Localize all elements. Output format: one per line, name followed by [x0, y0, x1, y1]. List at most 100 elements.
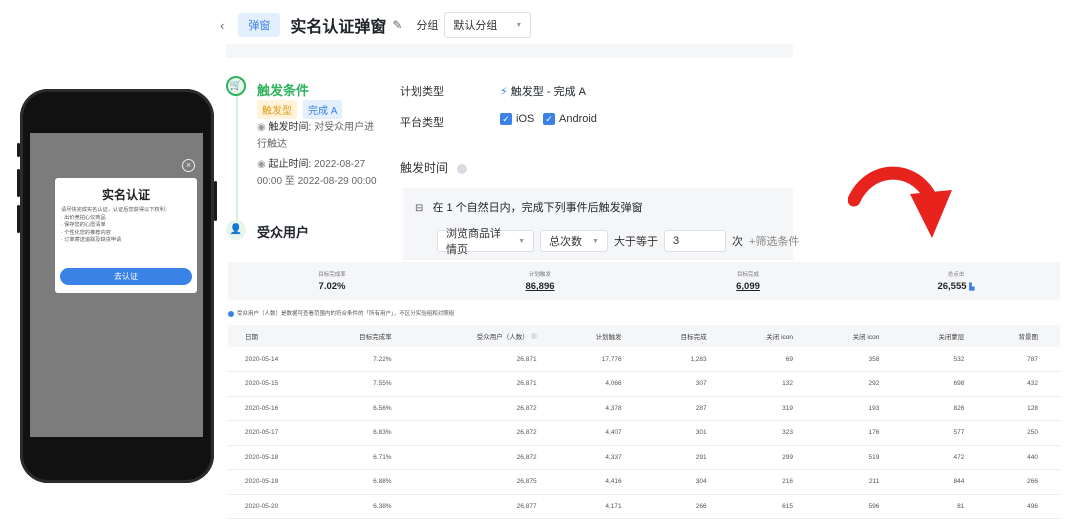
metric-select-value: 总次数	[549, 236, 582, 248]
list-item: · 订单寄送追踪及缺货申请	[61, 237, 122, 244]
edit-icon[interactable]: ✎	[392, 18, 402, 32]
stat-completed: 目标完成 6,099	[644, 262, 852, 300]
help-icon[interactable]	[530, 333, 537, 339]
checkbox-checked-icon[interactable]: ✓	[543, 113, 555, 126]
table-cell: 787	[986, 347, 1060, 372]
clock-icon: ◉	[257, 122, 266, 133]
group-label: 分组	[416, 20, 439, 32]
stat-label: 总点击	[947, 272, 965, 278]
count-input[interactable]: 3	[664, 230, 726, 252]
table-cell: 26,872	[413, 396, 559, 421]
stats-bar: 目标完成率 7.02% 计划触发 86,896 目标完成 6,099 总点击 2…	[228, 262, 1060, 300]
event-select[interactable]: 浏览商品详情页 ▼	[437, 228, 534, 256]
table-cell: 577	[901, 420, 987, 446]
verify-button[interactable]: 去认证	[60, 268, 192, 285]
table-cell: 266	[986, 469, 1060, 495]
col-date: 日期	[228, 325, 318, 347]
table-cell: 211	[815, 469, 902, 495]
table-cell: 2020-05-20	[228, 494, 318, 519]
plan-type-value-row: ⚡ 触发型 - 完成 A	[500, 83, 586, 99]
checkbox-checked-icon[interactable]: ✓	[500, 113, 512, 126]
stat-clicks: 总点击 26,555 ▙	[852, 262, 1060, 300]
list-item: · 保存您的心愿清单	[61, 222, 106, 229]
stat-value-link[interactable]: 6,099	[644, 281, 852, 292]
platform-ios-label: iOS	[516, 113, 535, 125]
table-cell: 6.56%	[317, 396, 414, 421]
timeline-line	[236, 92, 238, 222]
table-cell: 2020-05-16	[228, 396, 318, 421]
user-icon: 👤	[226, 220, 246, 240]
table-cell: 4,378	[558, 396, 644, 421]
clock-icon: ◉	[257, 159, 266, 170]
table-cell: 6.88%	[317, 469, 414, 495]
group-select-value: 默认分组	[453, 20, 498, 32]
config-top-strip	[226, 44, 793, 58]
list-item: · 出价竞拍心仪商品	[61, 214, 106, 221]
table-cell: 69	[728, 347, 815, 372]
stat-label: 目标完成	[736, 272, 759, 278]
table-cell: 4,416	[558, 469, 644, 495]
operator-text: 大于等于	[614, 236, 658, 248]
table-cell: 844	[901, 469, 987, 495]
stat-label: 目标完成率	[318, 272, 346, 278]
collapse-icon[interactable]: ⊟	[415, 203, 423, 214]
count-input-value: 3	[673, 235, 680, 247]
table-row: 2020-05-19 6.88% 26,875 4,416 304 216 211 844 26…	[228, 469, 1060, 495]
add-filter-label: 筛选条件	[755, 236, 800, 248]
curved-arrow-icon	[848, 166, 952, 238]
phone-button	[17, 169, 20, 197]
table-cell: 432	[986, 371, 1060, 397]
stat-completion-rate: 目标完成率 7.02%	[228, 262, 436, 300]
count-unit: 次	[732, 236, 743, 248]
platform-android[interactable]: ✓ Android	[543, 113, 597, 126]
tag-event: 完成 A	[303, 100, 343, 119]
table-cell: 496	[986, 494, 1060, 519]
table-cell: 4,171	[558, 494, 644, 519]
table-cell: 596	[815, 494, 902, 519]
table-cell: 319	[728, 396, 815, 421]
condition-row: ⊟ 在 1 个自然日内，完成下列事件后触发弹窗	[415, 199, 643, 215]
table-cell: 307	[643, 371, 729, 397]
stat-value-row: 26,555 ▙	[852, 281, 1060, 292]
stat-triggered: 计划触发 86,896	[436, 262, 644, 300]
phone-mockup: × 实名认证 请尽快完成实名认证，认证后您获得以下权利： · 出价竞拍心仪商品 …	[17, 89, 217, 483]
table-cell: 519	[815, 445, 902, 470]
table-row: 2020-05-15 7.55% 26,871 4,066 307 132 292 698 43…	[228, 371, 1060, 397]
table-cell: 128	[986, 396, 1060, 421]
plan-type-value: 触发型 - 完成 A	[510, 86, 586, 98]
table-cell: 698	[901, 371, 987, 397]
col-audience-label: 受众用户（人数）	[476, 334, 529, 341]
stat-value-link[interactable]: 86,896	[436, 281, 644, 292]
trigger-time-heading-text: 触发时间	[400, 161, 449, 175]
step-trigger-title: 触发条件	[257, 83, 310, 98]
table-cell: 26,872	[413, 445, 559, 470]
add-filter-button[interactable]: +筛选条件	[749, 233, 799, 249]
table-cell: 287	[643, 396, 729, 421]
table-cell: 26,872	[413, 420, 559, 446]
verify-modal: 实名认证 请尽快完成实名认证，认证后您获得以下权利： · 出价竞拍心仪商品 · …	[55, 178, 197, 293]
group-select[interactable]: 默认分组 ▼	[444, 12, 532, 38]
help-icon[interactable]	[457, 163, 468, 174]
platform-ios[interactable]: ✓ iOS	[500, 113, 535, 126]
table-cell: 472	[901, 445, 987, 470]
stat-value: 7.02%	[318, 281, 346, 292]
modal-list: · 出价竞拍心仪商品 · 保存您的心愿清单 · 个性化您的推荐内容 · 订单寄送…	[61, 215, 191, 245]
stat-value: 26,555	[937, 281, 967, 292]
metric-select[interactable]: 总次数 ▼	[540, 230, 608, 252]
table-cell: 826	[901, 396, 987, 421]
table-cell: 6.38%	[317, 494, 414, 519]
info-note: 受众用户（人数）是数据可查看范围内的符合条件的「所有用户」，不区分实验组和对照组	[228, 309, 454, 317]
table-cell: 301	[643, 420, 729, 446]
table-cell: 266	[643, 494, 729, 519]
table-cell: 216	[728, 469, 815, 495]
back-icon[interactable]: ‹	[220, 18, 224, 33]
list-item: · 个性化您的推荐内容	[61, 229, 111, 236]
table-cell: 304	[643, 469, 729, 495]
table-cell: 2020-05-18	[228, 445, 318, 470]
table-row: 2020-05-16 6.56% 26,872 4,378 287 319 193 826 12…	[228, 396, 1060, 421]
stat-label: 计划触发	[528, 272, 551, 278]
table-cell: 440	[986, 445, 1060, 470]
close-icon[interactable]: ×	[182, 159, 195, 172]
table-cell: 6.71%	[317, 445, 414, 470]
bar-chart-icon[interactable]: ▙	[969, 284, 974, 291]
